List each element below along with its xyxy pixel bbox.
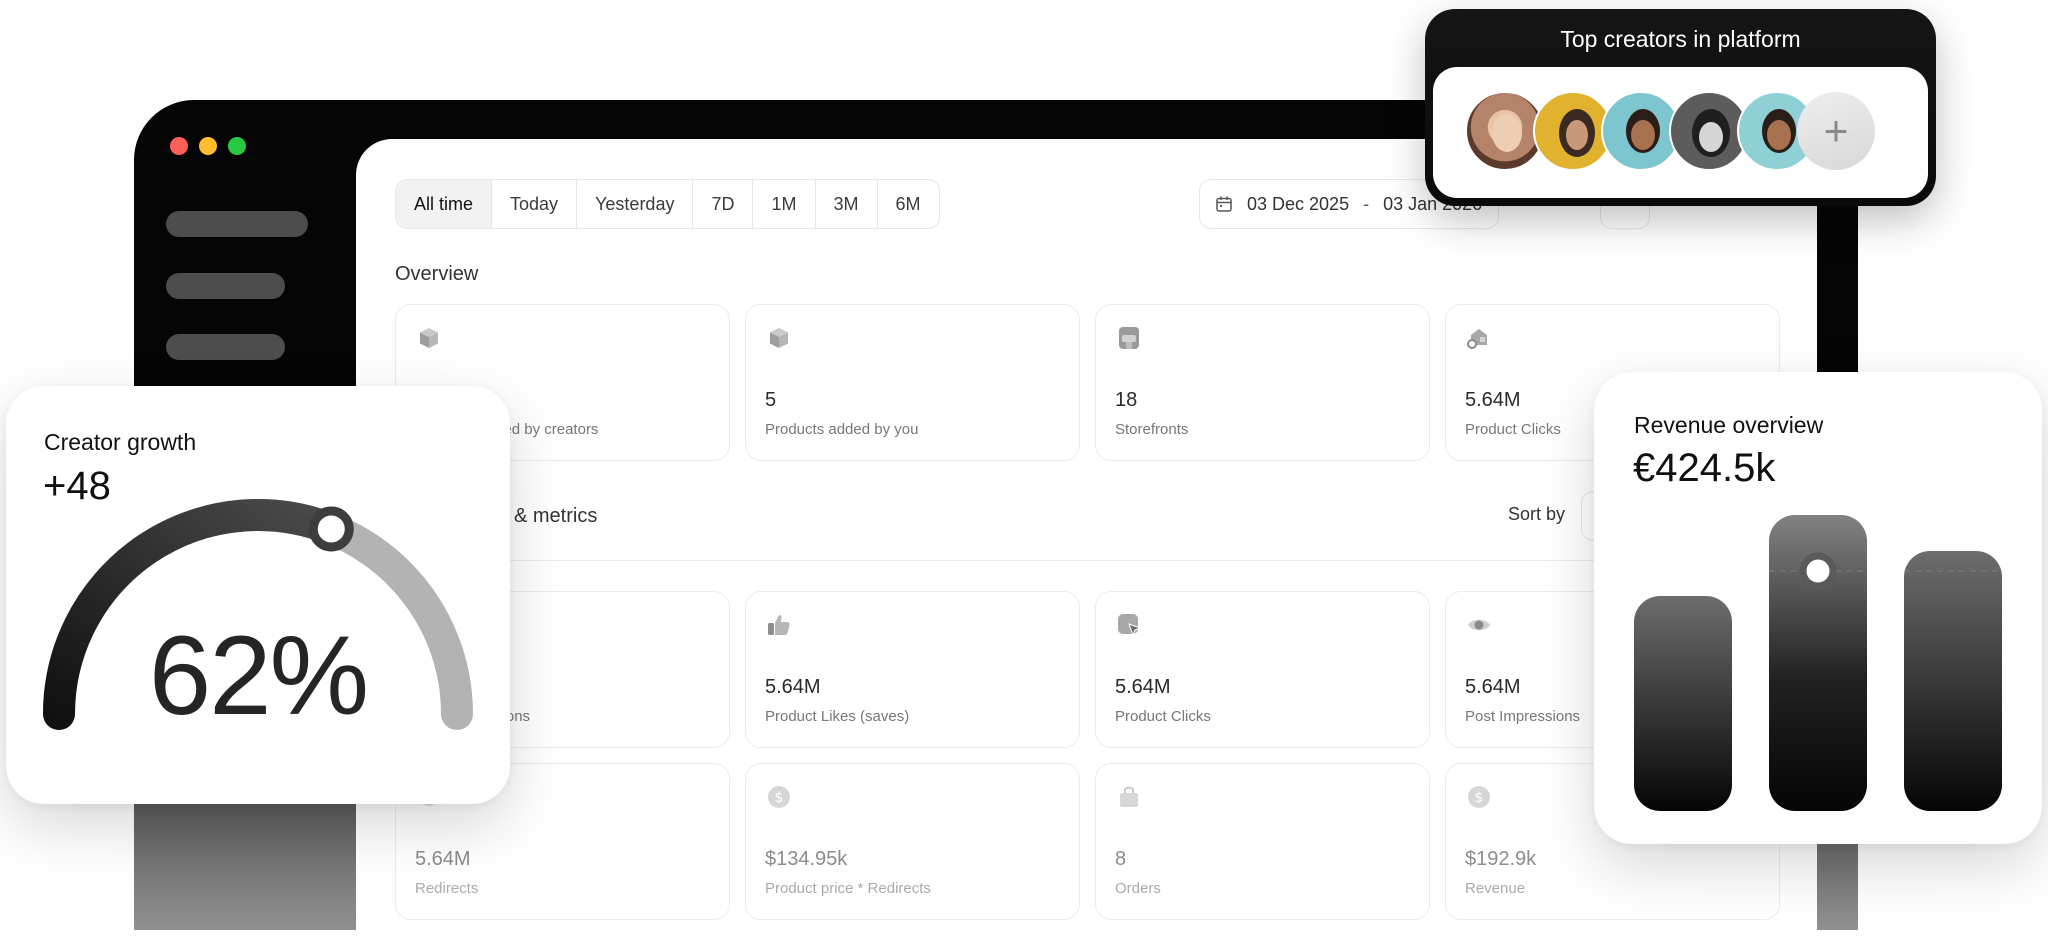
metric-card-product-clicks[interactable]: 5.64M Product Clicks <box>1095 591 1430 748</box>
metric-card-product-likes[interactable]: 5.64M Product Likes (saves) <box>745 591 1080 748</box>
filter-3m[interactable]: 3M <box>816 180 878 228</box>
svg-text:$: $ <box>775 790 784 806</box>
filter-today[interactable]: Today <box>492 180 578 228</box>
growth-percent: 62% <box>148 613 369 738</box>
sidebar-item-1[interactable] <box>166 211 308 237</box>
metric-card-price-redirects[interactable]: $ $134.95k Product price * Redirects <box>745 763 1080 920</box>
calendar-icon <box>1216 196 1232 212</box>
overview-card-storefronts[interactable]: 18 Storefronts <box>1095 304 1430 461</box>
sidebar-item-3[interactable] <box>166 334 285 360</box>
box-icon <box>770 328 788 348</box>
card-value: $192.9k <box>1465 848 1537 870</box>
window-minimize-dot[interactable] <box>199 137 217 155</box>
window-maximize-dot[interactable] <box>228 137 246 155</box>
filter-yesterday[interactable]: Yesterday <box>577 180 694 228</box>
top-creators-title: Top creators in platform <box>1560 26 1801 52</box>
date-separator: - <box>1363 193 1370 214</box>
window-close-dot[interactable] <box>170 137 188 155</box>
svg-text:$: $ <box>1475 790 1484 806</box>
card-value: 5.64M <box>1465 676 1521 698</box>
revenue-overview-card: Revenue overview €424.5k <box>1594 372 2042 844</box>
top-creators-panel: Top creators in platform + <box>1425 9 1936 206</box>
storefront-icon <box>1119 327 1139 349</box>
growth-gauge <box>43 499 473 730</box>
card-label: Product Clicks <box>1115 708 1211 725</box>
add-creator-button[interactable]: + <box>1797 92 1875 170</box>
eye-icon <box>1468 619 1490 631</box>
card-label: Storefronts <box>1115 421 1189 438</box>
card-label: Post Impressions <box>1465 708 1581 725</box>
shopping-bag-icon <box>1120 786 1138 807</box>
time-filter-group: All time Today Yesterday 7D 1M 3M 6M <box>395 179 940 229</box>
creator-avatar-list: + <box>1433 67 1928 198</box>
sort-by-label: Sort by <box>1508 504 1566 524</box>
cursor-click-icon <box>1118 614 1142 637</box>
overview-card-your-products[interactable]: 5 Products added by you <box>745 304 1080 461</box>
thumbs-up-icon <box>768 615 790 635</box>
card-value: 5.64M <box>1115 676 1171 698</box>
card-value: 5.64M <box>415 848 471 870</box>
sidebar-item-2[interactable] <box>166 273 285 299</box>
card-value: 8 <box>1115 848 1127 870</box>
revenue-bar-1 <box>1634 596 1732 811</box>
card-value: 18 <box>1115 389 1138 411</box>
revenue-selection-knob[interactable] <box>1799 552 1837 590</box>
overview-title: Overview <box>395 263 479 285</box>
gauge-knob[interactable] <box>308 506 354 552</box>
card-label: Product Clicks <box>1465 421 1561 438</box>
filter-7d[interactable]: 7D <box>693 180 754 228</box>
card-value: 5.64M <box>765 676 821 698</box>
card-value: $134.95k <box>765 848 848 870</box>
filter-1m[interactable]: 1M <box>753 180 816 228</box>
dollar-icon: $ <box>768 786 790 808</box>
product-click-icon <box>1467 329 1487 349</box>
revenue-bar-3 <box>1904 551 2002 811</box>
date-start: 03 Dec 2025 <box>1247 193 1350 214</box>
filter-all-time[interactable]: All time <box>396 180 493 228</box>
box-icon <box>420 328 438 348</box>
section-divider <box>395 560 1779 561</box>
card-value: 5.64M <box>1465 389 1521 411</box>
dollar-icon: $ <box>1468 786 1490 808</box>
metric-card-orders[interactable]: 8 Orders <box>1095 763 1430 920</box>
filter-6m[interactable]: 6M <box>878 180 939 228</box>
plus-icon: + <box>1823 107 1849 154</box>
card-value: 5 <box>765 389 777 411</box>
card-label: Product Likes (saves) <box>765 708 910 725</box>
revenue-bars <box>1634 515 2002 811</box>
creator-growth-card: Creator growth +48 62% <box>6 386 510 804</box>
card-label: Products added by you <box>765 421 919 438</box>
